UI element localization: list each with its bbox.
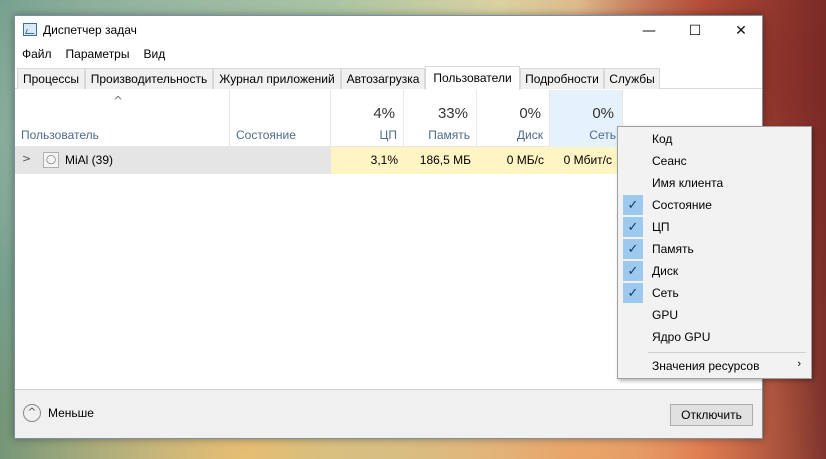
ctx-item-id[interactable]: Код (620, 128, 809, 150)
checkmark-icon: ✓ (623, 261, 643, 281)
menu-bar: Файл Параметры Вид (15, 45, 762, 65)
disconnect-button[interactable]: Отключить (670, 404, 753, 426)
ctx-item-client-name[interactable]: Имя клиента (620, 172, 809, 194)
ctx-item-label: Состояние (652, 198, 712, 212)
chevron-up-icon[interactable]: ^ (23, 404, 41, 422)
column-user-label: Пользователь (21, 128, 99, 142)
user-icon: ◯ (43, 152, 59, 168)
ctx-item-status[interactable]: ✓ Состояние (620, 194, 809, 216)
close-button[interactable]: ✕ (718, 16, 764, 45)
ctx-item-session[interactable]: Сеанс (620, 150, 809, 172)
ctx-item-label: Память (652, 242, 694, 256)
cell-status (230, 147, 331, 174)
disk-total: 0% (519, 105, 541, 122)
checkmark-icon: ✓ (623, 195, 643, 215)
cell-cpu: 3,1% (331, 147, 404, 174)
cell-user: MiAl (39) (65, 153, 114, 167)
checkmark-icon: ✓ (623, 217, 643, 237)
checkmark-icon: ✓ (623, 239, 643, 259)
column-status[interactable]: Состояние (230, 90, 331, 147)
sort-ascending-icon: ^ (113, 94, 124, 108)
menu-view[interactable]: Вид (136, 45, 172, 65)
title-bar[interactable]: Диспетчер задач — ☐ ✕ (15, 16, 762, 45)
ctx-item-label: GPU (652, 308, 679, 322)
table-row[interactable]: > ◯ MiAl (39) 3,1% 186,5 МБ 0 МБ/с 0 Мби… (15, 147, 618, 174)
task-manager-icon (23, 23, 37, 36)
column-memory-label: Память (428, 128, 470, 142)
footer: ^ Меньше Отключить (15, 389, 762, 438)
tab-details[interactable]: Подробности (520, 68, 604, 89)
ctx-item-network[interactable]: ✓ Сеть (620, 282, 809, 304)
submenu-arrow-icon: › (797, 358, 801, 370)
tab-bar: Процессы Производительность Журнал прило… (15, 66, 762, 90)
chevron-right-icon[interactable]: > (22, 152, 31, 165)
network-total: 0% (592, 105, 614, 122)
ctx-item-disk[interactable]: ✓ Диск (620, 260, 809, 282)
ctx-item-label: Сеанс (652, 154, 687, 168)
window-title: Диспетчер задач (43, 23, 137, 37)
ctx-item-label: ЦП (652, 220, 670, 234)
tab-performance[interactable]: Производительность (85, 68, 213, 89)
menu-file[interactable]: Файл (15, 45, 59, 65)
checkmark-icon: ✓ (623, 283, 643, 303)
column-user[interactable]: ^ Пользователь (15, 90, 230, 147)
column-status-label: Состояние (236, 128, 296, 142)
column-network[interactable]: 0% Сеть (550, 90, 623, 147)
cell-network: 0 Мбит/с (550, 147, 618, 174)
cell-disk: 0 МБ/с (477, 147, 550, 174)
column-cpu-label: ЦП (379, 128, 397, 142)
ctx-item-gpu[interactable]: GPU (620, 304, 809, 326)
maximize-button[interactable]: ☐ (672, 16, 718, 45)
memory-total: 33% (437, 105, 468, 122)
cpu-total: 4% (373, 105, 395, 122)
ctx-item-label: Сеть (652, 286, 679, 300)
column-disk[interactable]: 0% Диск (477, 90, 550, 147)
ctx-item-label: Диск (652, 264, 679, 278)
column-network-label: Сеть (589, 128, 616, 142)
tab-services[interactable]: Службы (604, 68, 660, 89)
ctx-item-label: Ядро GPU (652, 330, 711, 344)
tab-processes[interactable]: Процессы (17, 68, 85, 89)
ctx-item-label: Имя клиента (652, 176, 724, 190)
ctx-item-label: Код (652, 132, 673, 146)
minimize-button[interactable]: — (626, 16, 672, 45)
tab-startup[interactable]: Автозагрузка (341, 68, 425, 89)
column-context-menu: Код Сеанс Имя клиента ✓ Состояние ✓ ЦП ✓… (617, 126, 812, 379)
ctx-item-resource-values[interactable]: Значения ресурсов › (620, 355, 809, 377)
menu-options[interactable]: Параметры (59, 45, 137, 65)
ctx-item-cpu[interactable]: ✓ ЦП (620, 216, 809, 238)
column-disk-label: Диск (516, 128, 543, 142)
tab-users[interactable]: Пользователи (425, 66, 520, 90)
tab-app-history[interactable]: Журнал приложений (213, 68, 341, 89)
ctx-item-label: Значения ресурсов (652, 359, 760, 373)
fewer-details-link[interactable]: Меньше (48, 406, 94, 420)
cell-memory: 186,5 МБ (404, 147, 477, 174)
ctx-item-memory[interactable]: ✓ Память (620, 238, 809, 260)
ctx-separator (648, 352, 806, 353)
column-cpu[interactable]: 4% ЦП (331, 90, 404, 147)
column-memory[interactable]: 33% Память (404, 90, 477, 147)
ctx-item-gpu-engine[interactable]: Ядро GPU (620, 326, 809, 348)
